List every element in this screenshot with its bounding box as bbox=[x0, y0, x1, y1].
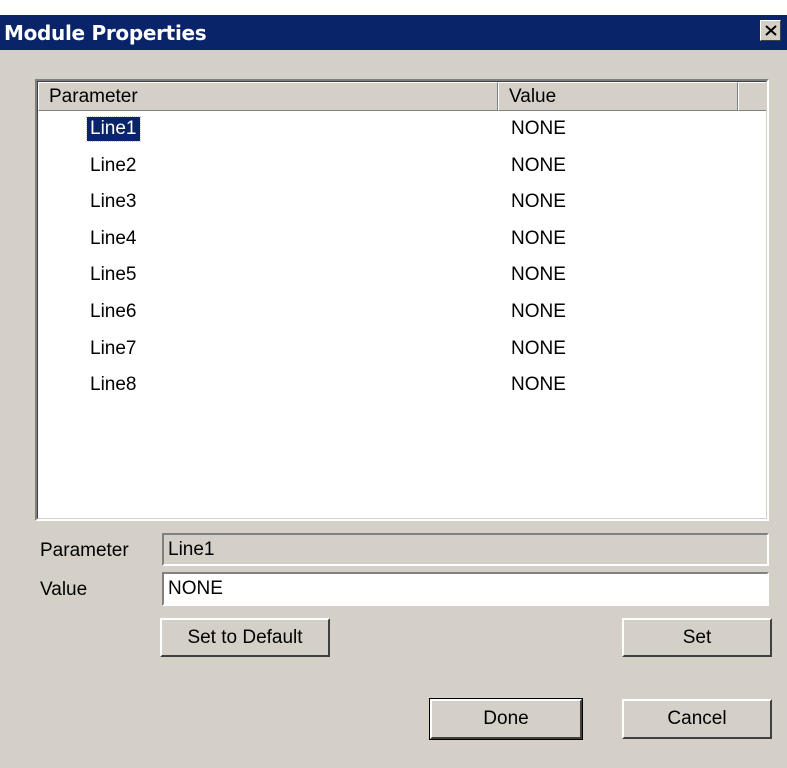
column-header-filler bbox=[738, 82, 766, 111]
list-item[interactable]: Line4 NONE bbox=[38, 223, 766, 260]
list-item-value: NONE bbox=[511, 264, 566, 286]
list-item-value: NONE bbox=[511, 227, 566, 249]
column-header-value[interactable]: Value bbox=[498, 82, 738, 111]
list-item-parameter: Line6 bbox=[90, 300, 137, 322]
close-button[interactable] bbox=[760, 20, 781, 41]
parameter-list[interactable]: Parameter Value Line1 NONE Line2 NONE Line3 N… bbox=[35, 79, 769, 521]
column-header-parameter-label: Parameter bbox=[49, 86, 138, 107]
list-item[interactable]: Line6 NONE bbox=[38, 296, 766, 333]
list-item-parameter: Line7 bbox=[90, 337, 137, 359]
list-item[interactable]: Line7 NONE bbox=[38, 333, 766, 370]
done-button[interactable]: Done bbox=[429, 698, 583, 740]
list-item-value: NONE bbox=[511, 191, 566, 213]
list-item-parameter: Line3 bbox=[90, 191, 137, 213]
value-input[interactable]: NONE bbox=[162, 572, 769, 606]
parameter-label: Parameter bbox=[40, 540, 129, 561]
close-icon bbox=[764, 25, 777, 36]
list-item[interactable]: Line3 NONE bbox=[38, 186, 766, 223]
window-title: Module Properties bbox=[4, 21, 207, 45]
list-item-parameter: Line1 bbox=[86, 116, 141, 142]
list-item-value: NONE bbox=[511, 118, 566, 139]
list-header: Parameter Value bbox=[38, 82, 766, 111]
list-item-parameter: Line8 bbox=[90, 374, 137, 396]
list-item-value: NONE bbox=[511, 337, 566, 359]
list-rows: Line1 NONE Line2 NONE Line3 NONE Line4 NONE Line… bbox=[38, 113, 766, 406]
parameter-field: Line1 bbox=[162, 533, 769, 566]
set-to-default-button[interactable]: Set to Default bbox=[160, 618, 330, 657]
list-item-parameter: Line4 bbox=[90, 227, 137, 249]
module-properties-dialog: Module Properties Parameter Value Line1 N… bbox=[0, 15, 787, 768]
list-item-parameter: Line2 bbox=[90, 154, 137, 176]
set-button[interactable]: Set bbox=[622, 618, 772, 657]
list-item[interactable]: Line8 NONE bbox=[38, 369, 766, 406]
column-header-value-label: Value bbox=[509, 86, 557, 107]
list-item-value: NONE bbox=[511, 374, 566, 396]
column-header-parameter[interactable]: Parameter bbox=[38, 82, 498, 111]
list-item-value: NONE bbox=[511, 154, 566, 176]
cancel-button[interactable]: Cancel bbox=[622, 699, 772, 739]
list-item-value: NONE bbox=[511, 300, 566, 322]
list-item-parameter: Line5 bbox=[90, 264, 137, 286]
value-label: Value bbox=[40, 579, 88, 600]
title-bar[interactable]: Module Properties bbox=[0, 15, 787, 50]
list-item[interactable]: Line1 NONE bbox=[38, 113, 766, 150]
list-item[interactable]: Line5 NONE bbox=[38, 259, 766, 296]
list-item[interactable]: Line2 NONE bbox=[38, 150, 766, 187]
